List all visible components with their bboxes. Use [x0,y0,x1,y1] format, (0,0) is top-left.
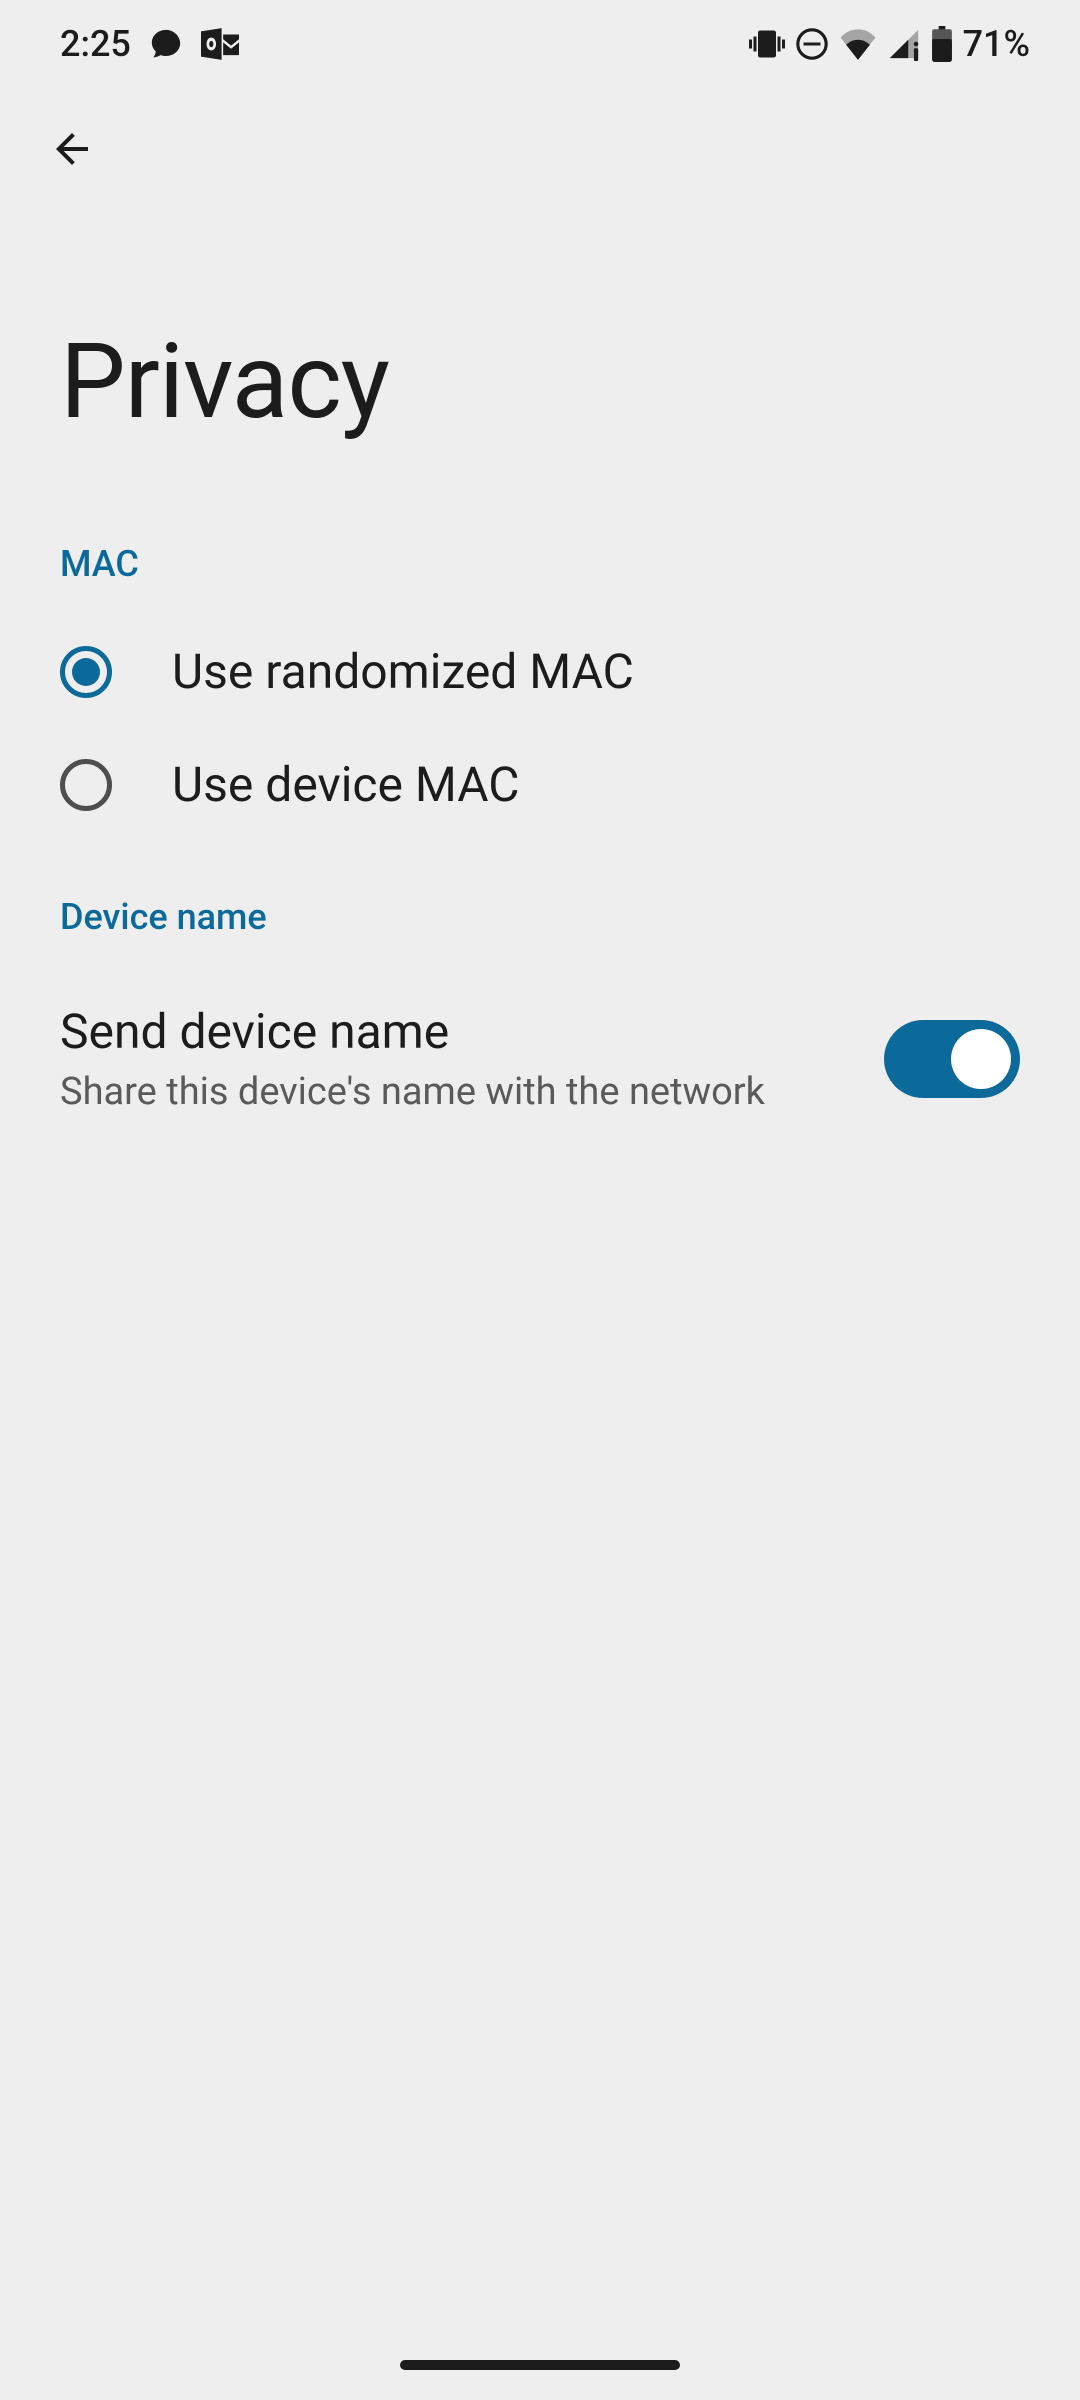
page-title: Privacy [0,182,1080,523]
radio-option-randomized-mac[interactable]: Use randomized MAC [0,615,1080,728]
status-time: 2:25 [60,23,131,65]
do-not-disturb-icon [795,27,829,61]
section-header-device-name: Device name [0,876,1080,968]
status-bar-left: 2:25 [60,23,239,65]
wifi-icon [839,28,877,60]
radio-option-device-mac[interactable]: Use device MAC [0,728,1080,841]
switch-option-send-device-name[interactable]: Send device name Share this device's nam… [0,968,1080,1149]
battery-percentage: 71% [963,23,1030,65]
app-bar [0,88,1080,182]
gesture-handle[interactable] [400,2360,680,2370]
battery-icon [931,26,953,62]
radio-label: Use device MAC [172,756,520,813]
toggle-thumb [951,1029,1011,1089]
signal-icon [887,27,921,61]
switch-text-container: Send device name Share this device's nam… [60,1003,765,1114]
status-bar-right: 71% [749,23,1030,65]
status-bar: 2:25 71% [0,0,1080,88]
navigation-bar [0,2340,1080,2400]
toggle-switch[interactable] [884,1020,1020,1098]
outlook-notification-icon [201,27,239,61]
section-header-mac: MAC [0,523,1080,615]
switch-subtitle: Share this device's name with the networ… [60,1070,765,1114]
radio-button-checked-icon [60,646,112,698]
radio-button-unchecked-icon [60,759,112,811]
arrow-back-icon [48,125,96,176]
vibrate-icon [749,26,785,62]
switch-title: Send device name [60,1003,765,1060]
chat-notification-icon [149,27,183,61]
back-button[interactable] [40,118,104,182]
radio-label: Use randomized MAC [172,643,634,700]
